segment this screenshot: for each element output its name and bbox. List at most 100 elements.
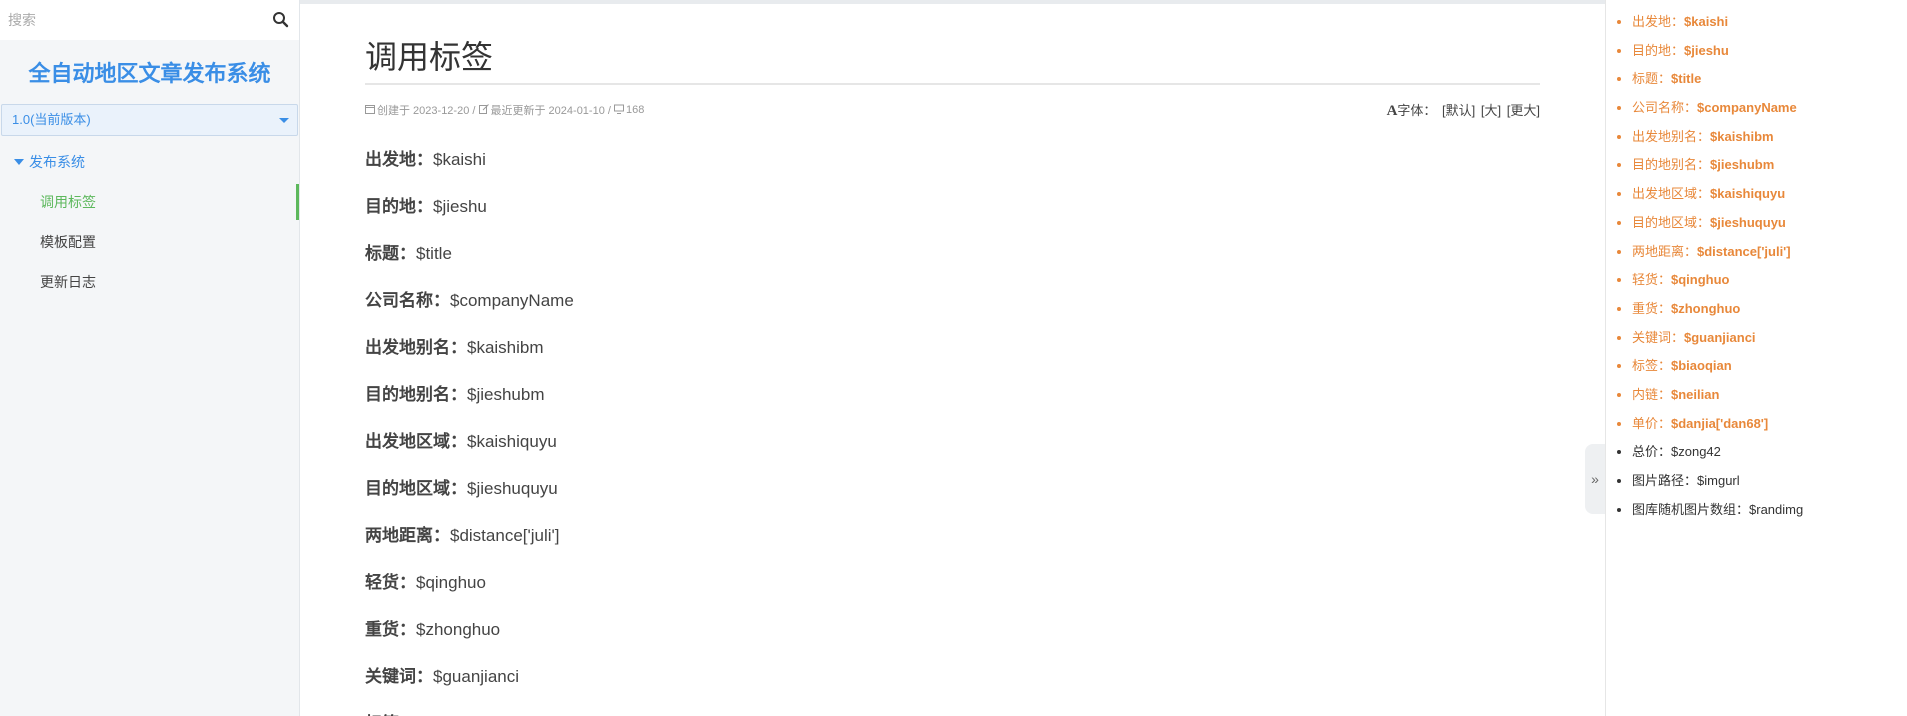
toc-link[interactable]: 图片路径：$imgurl — [1632, 473, 1740, 488]
toc-item-value: $jieshubm — [1710, 157, 1775, 173]
font-label: 字体： — [1397, 103, 1437, 118]
created-date: 创建于 2023-12-20 / — [377, 105, 476, 117]
toc-item-value: $randimg — [1749, 501, 1804, 517]
site-title[interactable]: 全自动地区文章发布系统 — [0, 54, 299, 94]
nav-item-template-config[interactable]: 模板配置 — [0, 222, 299, 262]
toc-link[interactable]: 重货：$zhonghuo — [1632, 301, 1740, 316]
toc-link[interactable]: 出发地别名：$kaishibm — [1632, 129, 1774, 144]
toc-item-value: $danjia['dan68'] — [1671, 415, 1769, 431]
toc-item-value: $kaishibm — [1710, 128, 1774, 144]
toc-item-label: 图库随机图片数组： — [1632, 501, 1750, 517]
toc-link[interactable]: 轻货：$qinghuo — [1632, 272, 1730, 287]
tag-field-value: $jieshubm — [467, 385, 545, 404]
page-meta: 创建于 2023-12-20 / 最近更新于 2024-01-10 / 168 — [365, 102, 644, 118]
toc-link[interactable]: 公司名称：$companyName — [1632, 100, 1797, 115]
toc-item-value: $qinghuo — [1671, 272, 1730, 288]
toc-item-label: 关键词： — [1632, 329, 1685, 345]
toc-link[interactable]: 单价：$danjia['dan68'] — [1632, 416, 1768, 431]
toc-item-label: 内链： — [1632, 386, 1672, 402]
toc-item[interactable]: 总价：$zong42 — [1632, 438, 1907, 467]
search-icon[interactable] — [271, 10, 291, 30]
toc-item-value: $companyName — [1697, 100, 1797, 116]
nav-item-changelog[interactable]: 更新日志 — [0, 262, 299, 302]
toc-item[interactable]: 公司名称：$companyName — [1632, 94, 1907, 123]
toc-item[interactable]: 图库随机图片数组：$randimg — [1632, 496, 1907, 525]
nav-item-call-tags[interactable]: 调用标签 — [0, 182, 299, 222]
toc-item[interactable]: 出发地区域：$kaishiquyu — [1632, 180, 1907, 209]
toc-link[interactable]: 标签：$biaoqian — [1632, 358, 1732, 373]
toc-item-value: $imgurl — [1697, 473, 1740, 488]
toc-item-value: $jieshuquyu — [1710, 214, 1786, 230]
toc-link[interactable]: 目的地区域：$jieshuquyu — [1632, 215, 1786, 230]
tag-field: 标题：$title — [365, 230, 1540, 277]
tag-field-label: 目的地别名： — [365, 385, 467, 404]
toc-list: 出发地：$kaishi 目的地：$jieshu 标题：$title 公司名称：$com… — [1606, 0, 1907, 524]
tag-field-label: 两地距离： — [365, 526, 450, 545]
tag-field-value: $jieshuquyu — [467, 479, 558, 498]
toc-link[interactable]: 出发地：$kaishi — [1632, 14, 1728, 29]
toc-item-label: 单价： — [1632, 415, 1672, 431]
nav-item-label: 调用标签 — [40, 194, 96, 210]
toc-link[interactable]: 标题：$title — [1632, 71, 1701, 86]
left-sidebar: 全自动地区文章发布系统 1.0(当前版本) 发布系统 调用标签 模板配置 更新日… — [0, 0, 300, 716]
tag-field-value: $kaishi — [433, 150, 486, 169]
toc-link[interactable]: 目的地别名：$jieshubm — [1632, 157, 1774, 172]
tag-field-label: 目的地区域： — [365, 479, 467, 498]
font-size-default[interactable]: [默认] — [1442, 103, 1475, 118]
toc-item-value: $kaishiquyu — [1710, 186, 1786, 202]
tag-field: 关键词：$guanjianci — [365, 653, 1540, 700]
toc-item[interactable]: 出发地别名：$kaishibm — [1632, 123, 1907, 152]
toc-item[interactable]: 内链：$neilian — [1632, 381, 1907, 410]
nav-item-label: 更新日志 — [40, 274, 96, 290]
search-input[interactable] — [0, 0, 299, 40]
view-count: 168 — [626, 104, 645, 116]
version-select-value: 1.0(当前版本) — [12, 112, 91, 127]
toc-item-value: $jieshu — [1684, 42, 1729, 58]
nav-group-publish-system[interactable]: 发布系统 — [0, 150, 299, 174]
font-size-large[interactable]: [大] — [1481, 103, 1501, 118]
tag-field: 出发地别名：$kaishibm — [365, 324, 1540, 371]
tag-field-label: 出发地： — [365, 150, 433, 169]
toc-link[interactable]: 出发地区域：$kaishiquyu — [1632, 186, 1785, 201]
edit-icon — [478, 104, 489, 114]
toc-item[interactable]: 目的地：$jieshu — [1632, 37, 1907, 66]
toc-item[interactable]: 图片路径：$imgurl — [1632, 467, 1907, 496]
toc-item[interactable]: 标题：$title — [1632, 65, 1907, 94]
toc-item[interactable]: 出发地：$kaishi — [1632, 8, 1907, 37]
monitor-icon — [614, 104, 624, 114]
nav-item-label: 模板配置 — [40, 234, 96, 250]
tag-field-label: 重货： — [365, 620, 416, 639]
toc-item-label: 标题： — [1632, 71, 1672, 87]
toc-link[interactable]: 两地距离：$distance['juli'] — [1632, 244, 1791, 259]
toc-link[interactable]: 目的地：$jieshu — [1632, 43, 1729, 58]
toc-link[interactable]: 总价：$zong42 — [1632, 444, 1721, 459]
toc-item[interactable]: 单价：$danjia['dan68'] — [1632, 410, 1907, 439]
toc-item-value: $biaoqian — [1671, 358, 1732, 374]
toc-item[interactable]: 轻货：$qinghuo — [1632, 266, 1907, 295]
tag-field: 公司名称：$companyName — [365, 277, 1540, 324]
tag-field-label: 出发地区域： — [365, 432, 467, 451]
toc-item[interactable]: 两地距离：$distance['juli'] — [1632, 238, 1907, 267]
nav-group-label: 发布系统 — [29, 154, 85, 170]
tag-field-value: $jieshu — [433, 197, 487, 216]
toggle-toc-button[interactable]: » — [1585, 444, 1605, 514]
toc-link[interactable]: 图库随机图片数组：$randimg — [1632, 502, 1803, 517]
toc-item[interactable]: 目的地区域：$jieshuquyu — [1632, 209, 1907, 238]
toc-link[interactable]: 内链：$neilian — [1632, 387, 1719, 402]
toc-link[interactable]: 关键词：$guanjianci — [1632, 330, 1756, 345]
toc-item-label: 两地距离： — [1632, 243, 1698, 259]
font-size-larger[interactable]: [更大] — [1507, 103, 1540, 118]
font-icon: A — [1386, 103, 1398, 119]
toc-item[interactable]: 标签：$biaoqian — [1632, 352, 1907, 381]
table-of-contents: 出发地：$kaishi 目的地：$jieshu 标题：$title 公司名称：$com… — [1605, 0, 1907, 716]
toc-item-label: 图片路径： — [1632, 473, 1698, 488]
tag-field: 标签：$biaoqian — [365, 700, 1540, 716]
toc-item[interactable]: 关键词：$guanjianci — [1632, 324, 1907, 353]
tag-field: 两地距离：$distance['juli'] — [365, 512, 1540, 559]
tag-field: 目的地区域：$jieshuquyu — [365, 465, 1540, 512]
toc-item-value: $neilian — [1671, 386, 1720, 402]
version-select[interactable]: 1.0(当前版本) — [1, 104, 298, 136]
toc-item-label: 总价： — [1632, 444, 1672, 460]
toc-item[interactable]: 目的地别名：$jieshubm — [1632, 151, 1907, 180]
toc-item[interactable]: 重货：$zhonghuo — [1632, 295, 1907, 324]
